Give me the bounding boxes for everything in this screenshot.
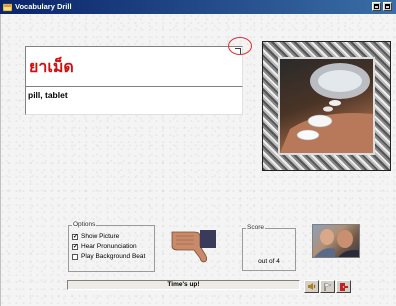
- exit-button[interactable]: [336, 280, 351, 293]
- show-picture-label: Show Picture: [81, 233, 120, 240]
- hear-pronunciation-checkbox[interactable]: ✓ Hear Pronunciation: [72, 243, 137, 250]
- speaker-button[interactable]: [304, 280, 319, 293]
- vocabulary-picture: [278, 57, 375, 155]
- checkbox-checked-icon: ✓: [72, 233, 79, 240]
- thumbs-down-icon: [170, 228, 218, 264]
- score-out-of: out of 4: [258, 258, 280, 265]
- thai-word: ยาเม็ด: [29, 57, 74, 76]
- background-beat-checkbox[interactable]: Play Background Beat: [72, 253, 145, 260]
- maximize-icon: [374, 4, 379, 9]
- options-legend: Options: [72, 221, 97, 228]
- flag-icon: [324, 282, 332, 291]
- restore-icon: [385, 4, 390, 9]
- hear-pronunciation-label: Hear Pronunciation: [81, 243, 137, 250]
- english-word-box: pill, tablet: [25, 86, 243, 115]
- options-group: Options ✓ Show Picture ✓ Hear Pronunciat…: [68, 221, 155, 272]
- speaker-icon: [307, 283, 315, 290]
- picture-frame: [262, 41, 391, 171]
- status-bar: Time's up!: [67, 280, 300, 290]
- app-icon: [2, 3, 13, 12]
- window-title: Vocabulary Drill: [15, 2, 72, 11]
- score-legend: Score: [246, 224, 265, 231]
- restore-button[interactable]: [383, 2, 392, 11]
- score-group: Score out of 4: [242, 224, 296, 271]
- highlight-circle: [228, 37, 252, 55]
- checkbox-checked-icon: ✓: [72, 243, 79, 250]
- show-picture-checkbox[interactable]: ✓ Show Picture: [72, 233, 119, 240]
- exit-icon: [339, 282, 348, 291]
- english-word: pill, tablet: [28, 90, 68, 100]
- maximize-button[interactable]: [372, 2, 381, 11]
- background-beat-label: Play Background Beat: [81, 253, 146, 260]
- title-bar: Vocabulary Drill: [0, 0, 396, 14]
- checkbox-unchecked-icon: [72, 253, 78, 260]
- flag-button[interactable]: [320, 280, 335, 293]
- thai-word-box: ยาเม็ด: [25, 46, 243, 89]
- teacher-photo: [312, 224, 360, 258]
